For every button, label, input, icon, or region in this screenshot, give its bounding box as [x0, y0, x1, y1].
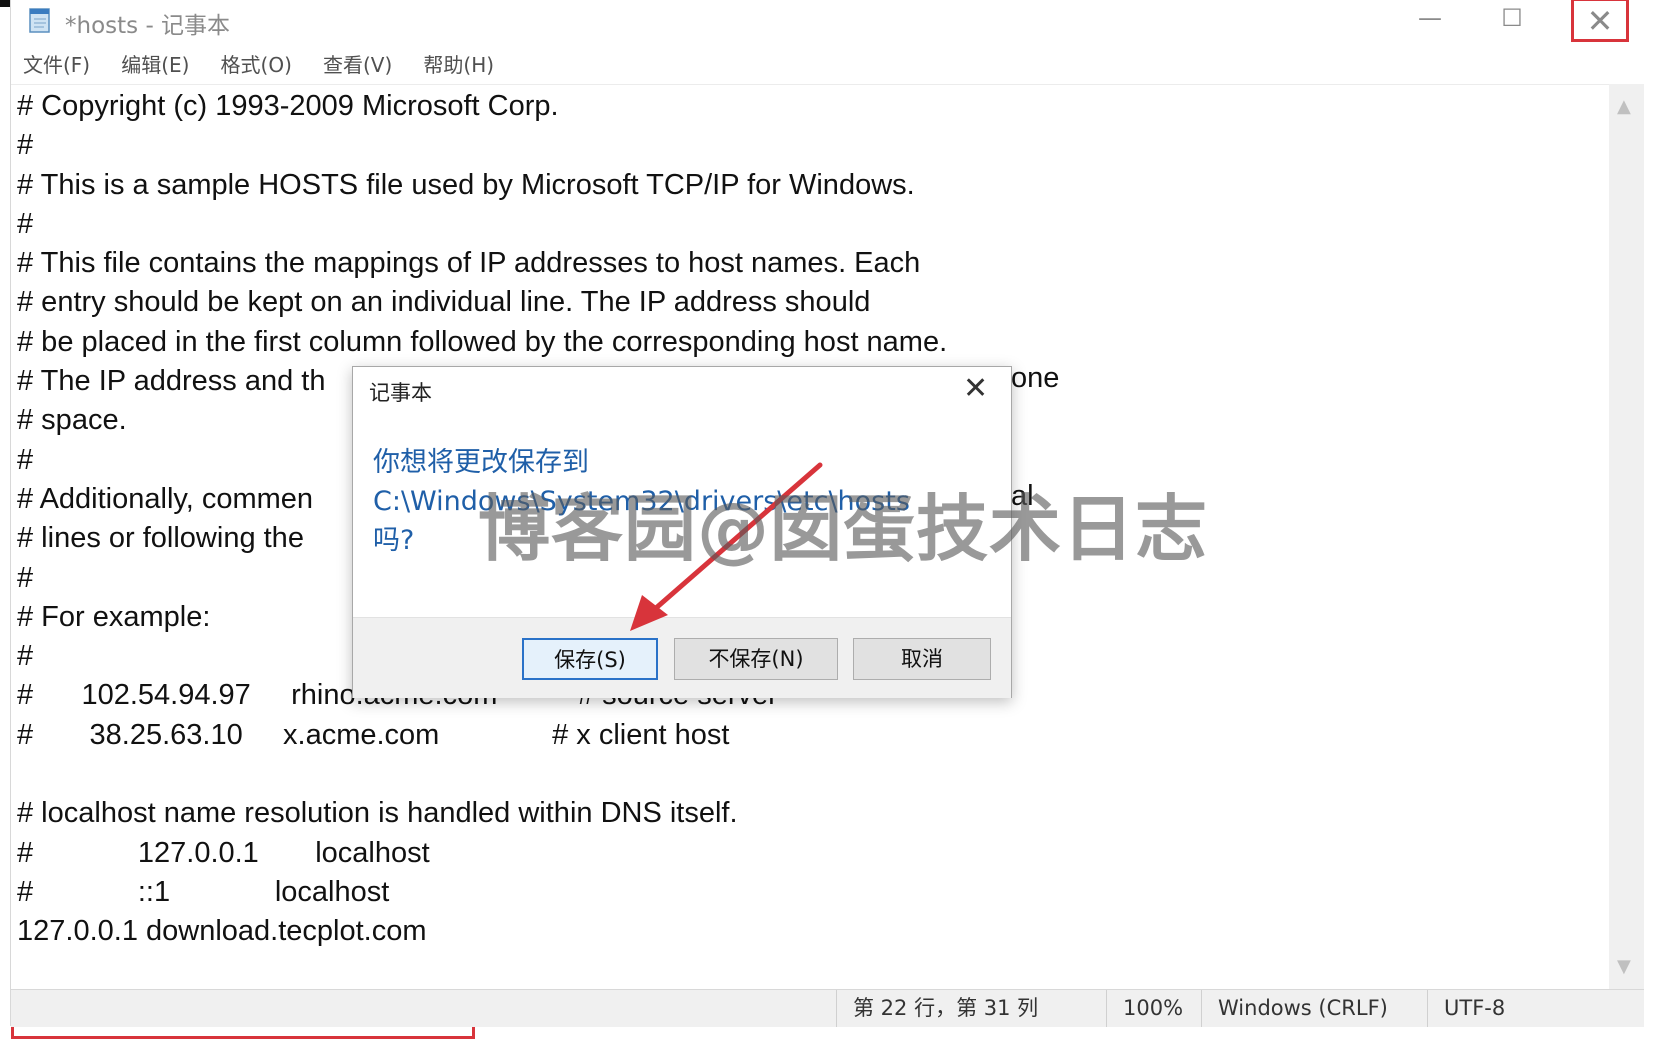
- status-bar: 第 22 行，第 31 列 100% Windows (CRLF) UTF-8: [11, 989, 1644, 1027]
- vertical-scrollbar[interactable]: ▲ ▼: [1609, 84, 1644, 989]
- editor-line: [17, 755, 947, 794]
- editor-line: # 38.25.63.10 x.acme.com # x client host: [17, 718, 730, 751]
- cancel-button[interactable]: 取消: [853, 638, 991, 680]
- editor-line: # localhost name resolution is handled w…: [17, 797, 738, 830]
- zoom-level: 100%: [1106, 990, 1201, 1027]
- editor-line: #: [17, 207, 34, 240]
- scroll-down-icon[interactable]: ▼: [1617, 956, 1631, 977]
- editor-line: # ::1 localhost: [17, 875, 390, 908]
- dialog-title: 记事本: [369, 381, 432, 405]
- title-bar[interactable]: *hosts - 记事本 — ☐ ✕: [11, 0, 1644, 44]
- editor-line: # 127.0.0.1 localhost: [17, 836, 430, 869]
- menu-help[interactable]: 帮助(H): [423, 48, 494, 82]
- cursor-position: 第 22 行，第 31 列: [836, 990, 1106, 1027]
- scroll-up-icon[interactable]: ▲: [1617, 96, 1631, 117]
- save-button[interactable]: 保存(S): [522, 638, 658, 680]
- line-ending: Windows (CRLF): [1201, 990, 1427, 1027]
- maximize-button[interactable]: ☐: [1481, 0, 1543, 36]
- minimize-button[interactable]: —: [1399, 0, 1461, 36]
- menu-file[interactable]: 文件(F): [23, 48, 90, 82]
- menu-edit[interactable]: 编辑(E): [121, 48, 189, 82]
- partial-text-behind-dialog: one: [1011, 362, 1060, 394]
- window-title: *hosts - 记事本: [65, 13, 231, 39]
- dialog-close-button[interactable]: ✕: [963, 371, 988, 406]
- menu-bar: 文件(F) 编辑(E) 格式(O) 查看(V) 帮助(H): [11, 48, 1644, 82]
- editor-line: # be placed in the first column followed…: [17, 325, 948, 358]
- editor-line: #: [17, 129, 34, 162]
- editor-line: # entry should be kept on an individual …: [17, 286, 871, 319]
- watermark: 博客园@囡蛋技术日志: [478, 487, 1209, 571]
- notepad-app-icon: [29, 8, 50, 33]
- close-button[interactable]: ✕: [1571, 0, 1629, 42]
- editor-line-added-entry: 127.0.0.1 download.tecplot.com: [17, 915, 427, 948]
- dont-save-button[interactable]: 不保存(N): [674, 638, 838, 680]
- menu-format[interactable]: 格式(O): [221, 48, 292, 82]
- editor-line: # Copyright (c) 1993-2009 Microsoft Corp…: [17, 90, 559, 122]
- menu-view[interactable]: 查看(V): [323, 48, 392, 82]
- encoding: UTF-8: [1427, 990, 1567, 1027]
- dialog-message-line: 吗?: [373, 525, 415, 556]
- editor-line: # This is a sample HOSTS file used by Mi…: [17, 168, 915, 201]
- editor-line: # This file contains the mappings of IP …: [17, 247, 921, 280]
